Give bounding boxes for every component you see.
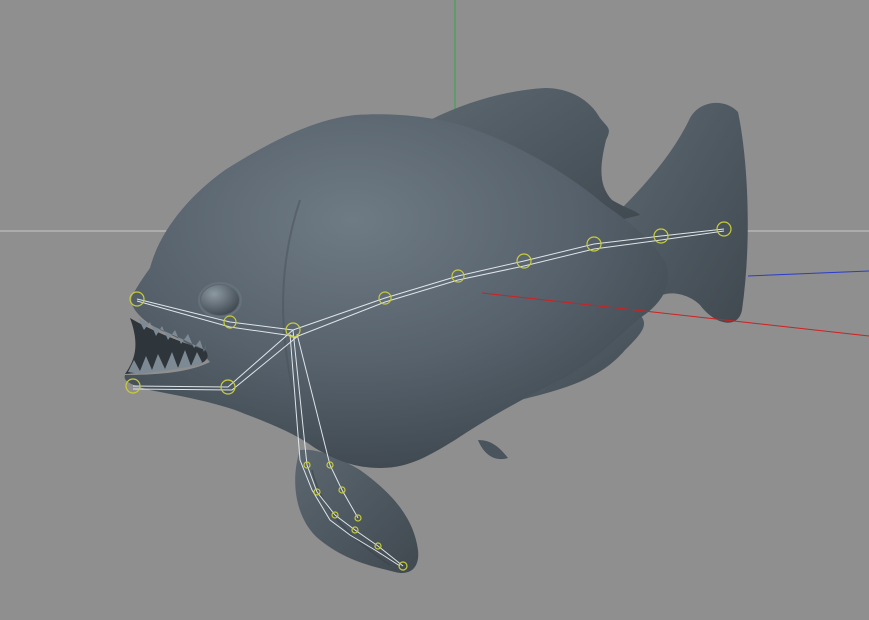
eye[interactable] (201, 285, 239, 315)
3d-viewport[interactable] (0, 0, 869, 620)
viewport-canvas[interactable] (0, 0, 869, 620)
